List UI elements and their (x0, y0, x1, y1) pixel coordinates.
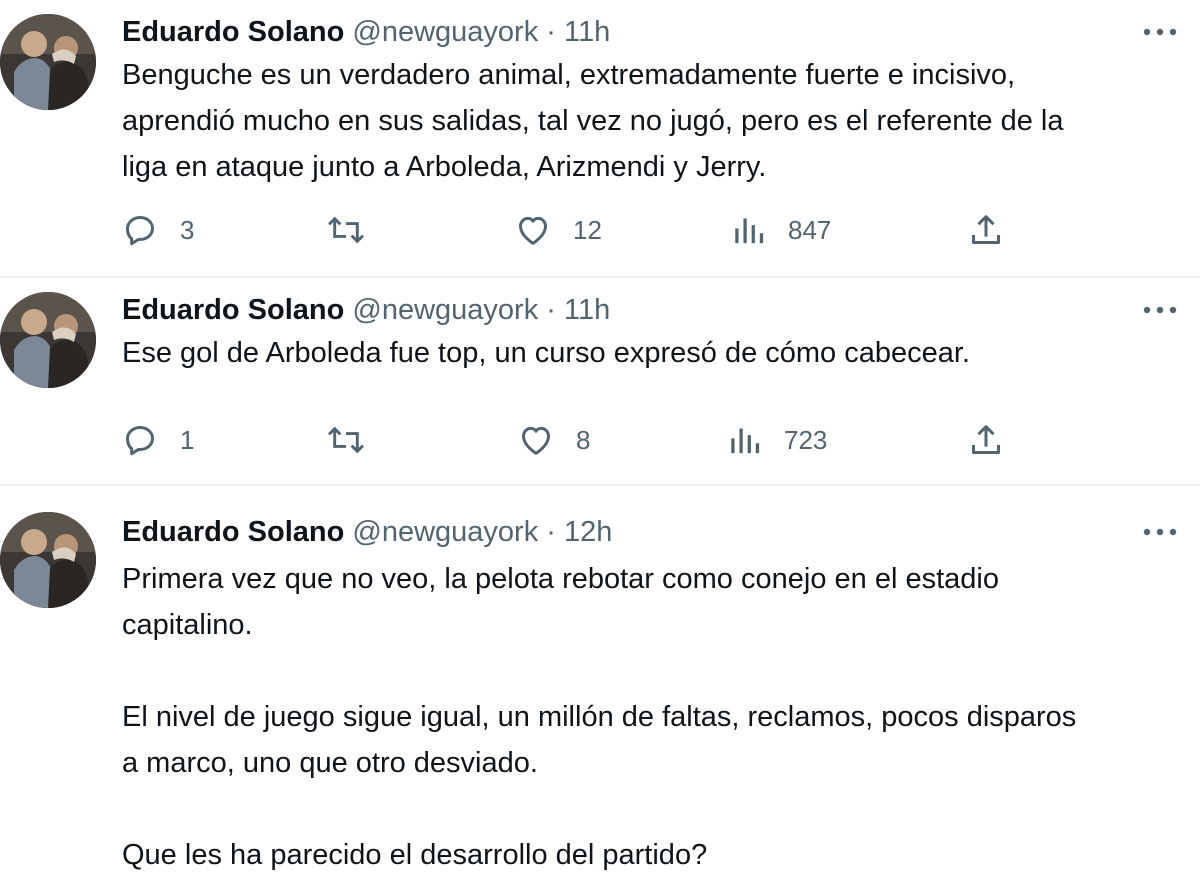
retweet-icon (325, 420, 367, 460)
views-count: 847 (788, 214, 832, 245)
tweet[interactable]: Eduardo Solano @newguayork · 12h Primera… (0, 486, 1200, 871)
share-button[interactable] (966, 208, 1006, 252)
avatar[interactable] (0, 292, 96, 388)
tweet-text: Primera vez que no veo, la pelota rebota… (122, 563, 1077, 871)
reply-button[interactable]: 3 (120, 208, 194, 252)
tweet-actions: 1 8 723 (120, 418, 1020, 462)
like-button[interactable]: 12 (513, 208, 602, 252)
share-icon (966, 420, 1006, 460)
author-handle[interactable]: @newguayork (352, 516, 538, 548)
meta-separator: · (546, 294, 556, 326)
meta-separator: · (546, 16, 556, 48)
like-count: 8 (576, 424, 591, 455)
tweet-text: Benguche es un verdadero animal, extrema… (122, 59, 1064, 183)
tweet-time[interactable]: 11h (564, 294, 610, 326)
avatar[interactable] (0, 14, 96, 110)
views-button[interactable]: 847 (732, 208, 831, 252)
reply-count: 1 (180, 424, 195, 455)
like-count: 12 (573, 214, 602, 245)
views-icon (728, 420, 764, 460)
meta-separator: · (546, 516, 556, 548)
author-handle[interactable]: @newguayork (352, 16, 538, 48)
tweet[interactable]: Eduardo Solano @newguayork · 11h Benguch… (0, 0, 1200, 278)
tweet[interactable]: Eduardo Solano @newguayork · 11h Ese gol… (0, 278, 1200, 486)
reply-count: 3 (180, 214, 195, 245)
reply-icon (120, 420, 160, 460)
more-icon[interactable] (1140, 294, 1180, 326)
tweet-header: Eduardo Solano @newguayork · 12h (122, 514, 612, 550)
tweet-text: Ese gol de Arboleda fue top, un curso ex… (122, 337, 970, 369)
more-icon[interactable] (1140, 516, 1180, 548)
like-button[interactable]: 8 (516, 418, 590, 462)
retweet-button[interactable] (325, 418, 387, 462)
share-icon (966, 210, 1006, 250)
tweet-time[interactable]: 11h (564, 16, 610, 48)
avatar[interactable] (0, 512, 96, 608)
author-name[interactable]: Eduardo Solano (122, 16, 344, 48)
tweet-header: Eduardo Solano @newguayork · 11h (122, 14, 610, 50)
reply-button[interactable]: 1 (120, 418, 194, 462)
heart-icon (513, 210, 553, 250)
retweet-button[interactable] (325, 208, 387, 252)
author-name[interactable]: Eduardo Solano (122, 516, 344, 548)
tweet-time[interactable]: 12h (564, 516, 612, 548)
views-button[interactable]: 723 (728, 418, 827, 462)
author-handle[interactable]: @newguayork (352, 294, 538, 326)
tweet-header: Eduardo Solano @newguayork · 11h (122, 292, 610, 328)
more-icon[interactable] (1140, 16, 1180, 48)
heart-icon (516, 420, 556, 460)
views-icon (732, 210, 768, 250)
share-button[interactable] (966, 418, 1006, 462)
retweet-icon (325, 210, 367, 250)
author-name[interactable]: Eduardo Solano (122, 294, 344, 326)
reply-icon (120, 210, 160, 250)
tweet-actions: 3 12 847 (120, 208, 1020, 252)
views-count: 723 (784, 424, 828, 455)
